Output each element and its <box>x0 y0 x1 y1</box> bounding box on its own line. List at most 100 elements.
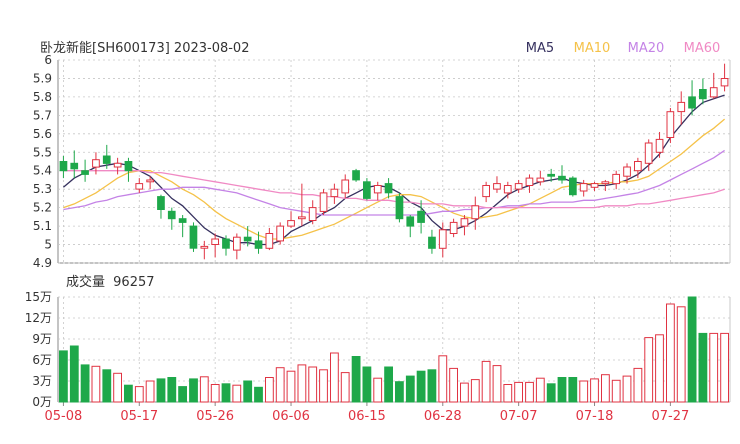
candle-body <box>113 162 122 168</box>
price-y-tick-label: 5.8 <box>33 90 52 104</box>
candle-body <box>579 183 588 192</box>
volume-bar <box>622 375 632 403</box>
candle-body <box>590 183 599 188</box>
volume-bar <box>286 370 296 403</box>
volume-bar <box>210 384 220 403</box>
volume-bar <box>611 379 621 403</box>
volume-bar <box>373 377 383 403</box>
volume-y-tick-label: 3万 <box>32 374 52 388</box>
volume-bar <box>384 366 394 403</box>
volume-y-tick-label: 0万 <box>32 395 52 409</box>
legend-ma5: MA5 <box>526 41 554 56</box>
date-tick-label: 05-17 <box>120 409 158 424</box>
candle-body <box>634 161 642 172</box>
date-tick-label: 07-07 <box>500 409 538 424</box>
candle-body <box>330 188 339 198</box>
volume-bar <box>80 364 90 403</box>
volume-bar <box>395 381 404 403</box>
candle-body <box>471 205 480 220</box>
date-tick-label: 05-08 <box>45 409 83 424</box>
chart-svg: 卧龙新能[SH600173] 2023-08-02 成交量 96257 4.9 5… <box>25 40 731 424</box>
candle-body <box>569 177 577 196</box>
volume-bar <box>113 372 122 403</box>
volume-bar <box>297 364 307 403</box>
candle-body <box>178 218 187 223</box>
candle-body <box>525 177 534 187</box>
date-tick-label: 06-06 <box>272 409 310 424</box>
candle-body <box>157 196 165 211</box>
legend-ma60: MA60 <box>684 41 721 56</box>
price-y-tick-label: 6 <box>44 53 52 67</box>
candle-body <box>363 181 371 199</box>
volume-bar <box>134 386 144 403</box>
volume-y-tick-label: 9万 <box>32 332 52 346</box>
candle-body <box>287 220 295 227</box>
price-y-tick-label: 5 <box>44 238 52 252</box>
candle-body <box>352 170 360 181</box>
volume-bar <box>633 367 643 403</box>
volume-bar <box>590 378 599 403</box>
volume-y-tick-label: 15万 <box>25 290 52 304</box>
price-y-tick-label: 5.6 <box>33 127 52 141</box>
candle-body <box>720 78 729 87</box>
volume-bar <box>330 352 339 403</box>
candle-body <box>514 183 523 190</box>
volume-bar <box>189 378 198 403</box>
price-y-tick-label: 5.5 <box>33 145 52 159</box>
candle-body <box>655 138 664 153</box>
candle-body <box>709 87 718 98</box>
volume-bar <box>687 296 697 403</box>
candle-body <box>601 181 610 185</box>
volume-y-tick-label: 12万 <box>25 311 52 325</box>
chart-title: 卧龙新能[SH600173] 2023-08-02 <box>40 40 249 56</box>
volume-bar <box>156 378 166 403</box>
grid-layer <box>57 59 731 406</box>
date-tick-label: 07-18 <box>576 409 614 424</box>
volume-bar <box>546 383 556 403</box>
candle-body <box>623 166 631 177</box>
volume-bar <box>69 345 79 403</box>
volume-bar <box>720 332 730 403</box>
volume-bar <box>102 369 112 403</box>
volume-bar <box>535 377 545 403</box>
volume-bar <box>254 386 263 403</box>
price-y-tick-label: 5.9 <box>33 71 52 85</box>
volume-bar <box>221 383 231 403</box>
volume-bar <box>199 376 209 403</box>
price-y-tick-label: 5.7 <box>33 108 52 122</box>
volume-bar <box>167 377 177 403</box>
volume-bar <box>91 365 101 403</box>
volume-bar <box>481 360 491 403</box>
volume-bar <box>438 355 448 403</box>
candle-body <box>319 192 328 212</box>
candle-body <box>308 207 317 222</box>
date-tick-label: 05-26 <box>196 409 234 424</box>
candle-body <box>233 236 241 251</box>
ma10-line <box>63 118 726 240</box>
candle-body <box>384 183 393 194</box>
volume-bar <box>644 337 654 403</box>
candle-body <box>503 185 512 194</box>
legend: MA5 MA10 MA20 MA60 <box>526 41 721 56</box>
volume-label: 成交量 <box>66 274 105 290</box>
volume-bar <box>503 384 513 403</box>
volume-bar <box>470 379 480 403</box>
candle-body <box>677 101 686 113</box>
volume-bar <box>492 365 502 403</box>
candle-body <box>547 173 555 177</box>
volume-value: 96257 <box>113 275 154 290</box>
date-tick-label: 07-27 <box>651 409 689 424</box>
candle-body <box>460 218 469 227</box>
volume-bar <box>676 306 686 403</box>
candle-body <box>265 233 274 249</box>
volume-bar <box>59 350 68 403</box>
volume-bar <box>308 366 318 403</box>
date-tick-label: 06-28 <box>424 409 462 424</box>
candlestick-layer <box>59 63 729 260</box>
legend-ma20: MA20 <box>628 41 665 56</box>
candle-body <box>135 183 144 190</box>
volume-bar <box>460 382 469 403</box>
volume-bar <box>178 386 187 403</box>
candle-body <box>243 236 252 242</box>
candle-body <box>612 173 620 185</box>
